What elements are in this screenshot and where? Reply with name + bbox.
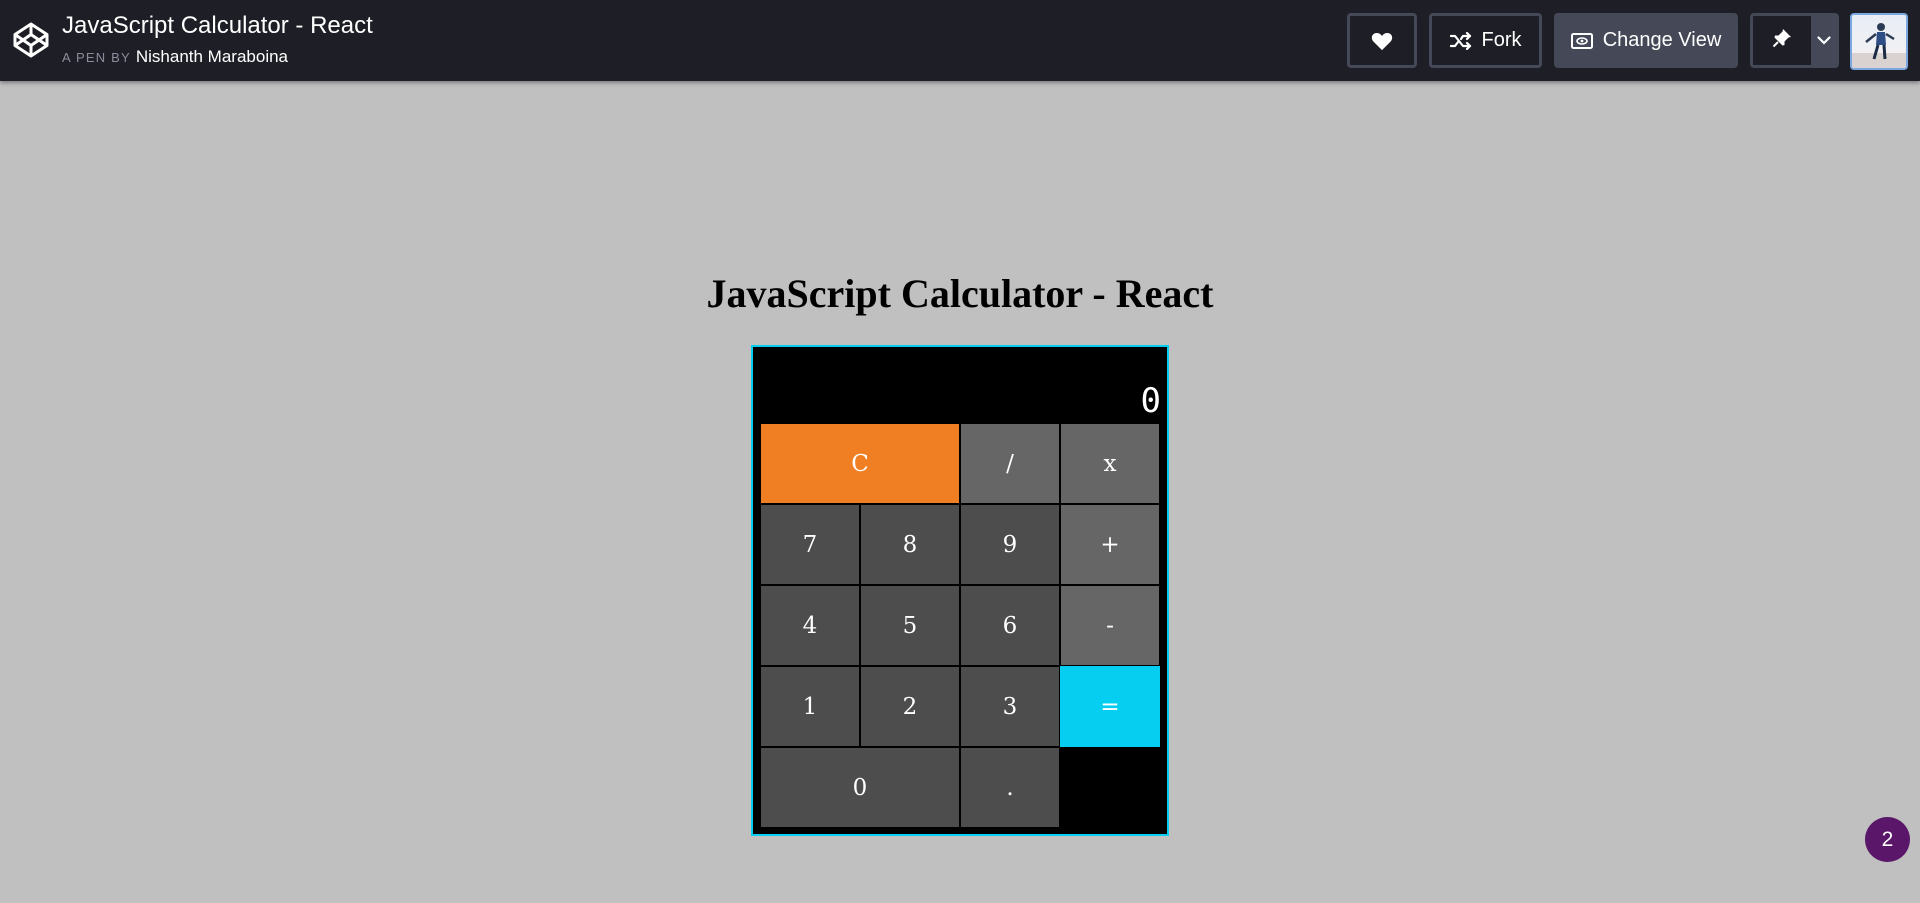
change-view-icon xyxy=(1570,32,1593,49)
pin-dropdown-button[interactable] xyxy=(1811,16,1836,65)
fork-icon xyxy=(1449,31,1472,50)
nine-button[interactable]: 9 xyxy=(960,504,1060,585)
heart-icon xyxy=(1371,31,1393,51)
clear-button[interactable]: C xyxy=(760,423,960,504)
subtract-button[interactable]: - xyxy=(1060,585,1160,666)
pin-icon xyxy=(1772,28,1792,53)
four-button[interactable]: 4 xyxy=(760,585,860,666)
byline-prefix: A PEN BY xyxy=(62,50,131,65)
like-button[interactable] xyxy=(1347,13,1417,68)
multiply-button[interactable]: x xyxy=(1060,423,1160,504)
codepen-logo-icon[interactable] xyxy=(12,21,50,59)
pin-menu xyxy=(1750,13,1839,68)
three-button[interactable]: 3 xyxy=(960,666,1060,747)
notification-badge[interactable]: 2 xyxy=(1865,817,1910,862)
pen-byline: A PEN BY Nishanth Maraboina xyxy=(62,47,288,68)
change-view-button[interactable]: Change View xyxy=(1554,13,1738,68)
pin-button[interactable] xyxy=(1753,16,1811,65)
topbar: JavaScript Calculator - React A PEN BY Ni… xyxy=(0,0,1920,81)
calculator-display: 0 xyxy=(760,347,1161,423)
decimal-button[interactable]: . xyxy=(960,747,1060,828)
change-view-label: Change View xyxy=(1602,29,1722,51)
divide-button[interactable]: / xyxy=(960,423,1060,504)
user-avatar[interactable] xyxy=(1850,13,1908,70)
fork-label: Fork xyxy=(1481,29,1522,51)
display-current-value: 0 xyxy=(1140,381,1161,421)
zero-button[interactable]: 0 xyxy=(760,747,960,828)
equals-button[interactable]: = xyxy=(1060,666,1160,747)
pen-title[interactable]: JavaScript Calculator - React xyxy=(62,12,373,40)
fork-button[interactable]: Fork xyxy=(1429,13,1542,68)
calculator-keypad: C / x 7 8 9 + 4 5 6 - 1 2 3 = 0 . xyxy=(760,423,1160,828)
two-button[interactable]: 2 xyxy=(860,666,960,747)
chevron-down-icon xyxy=(1816,32,1831,50)
add-button[interactable]: + xyxy=(1060,504,1160,585)
one-button[interactable]: 1 xyxy=(760,666,860,747)
author-link[interactable]: Nishanth Maraboina xyxy=(136,47,288,66)
six-button[interactable]: 6 xyxy=(960,585,1060,666)
five-button[interactable]: 5 xyxy=(860,585,960,666)
app-title: JavaScript Calculator - React xyxy=(706,271,1214,316)
eight-button[interactable]: 8 xyxy=(860,504,960,585)
seven-button[interactable]: 7 xyxy=(760,504,860,585)
calculator: 0 C / x 7 8 9 + 4 5 6 - 1 2 3 = 0 . xyxy=(751,345,1169,836)
